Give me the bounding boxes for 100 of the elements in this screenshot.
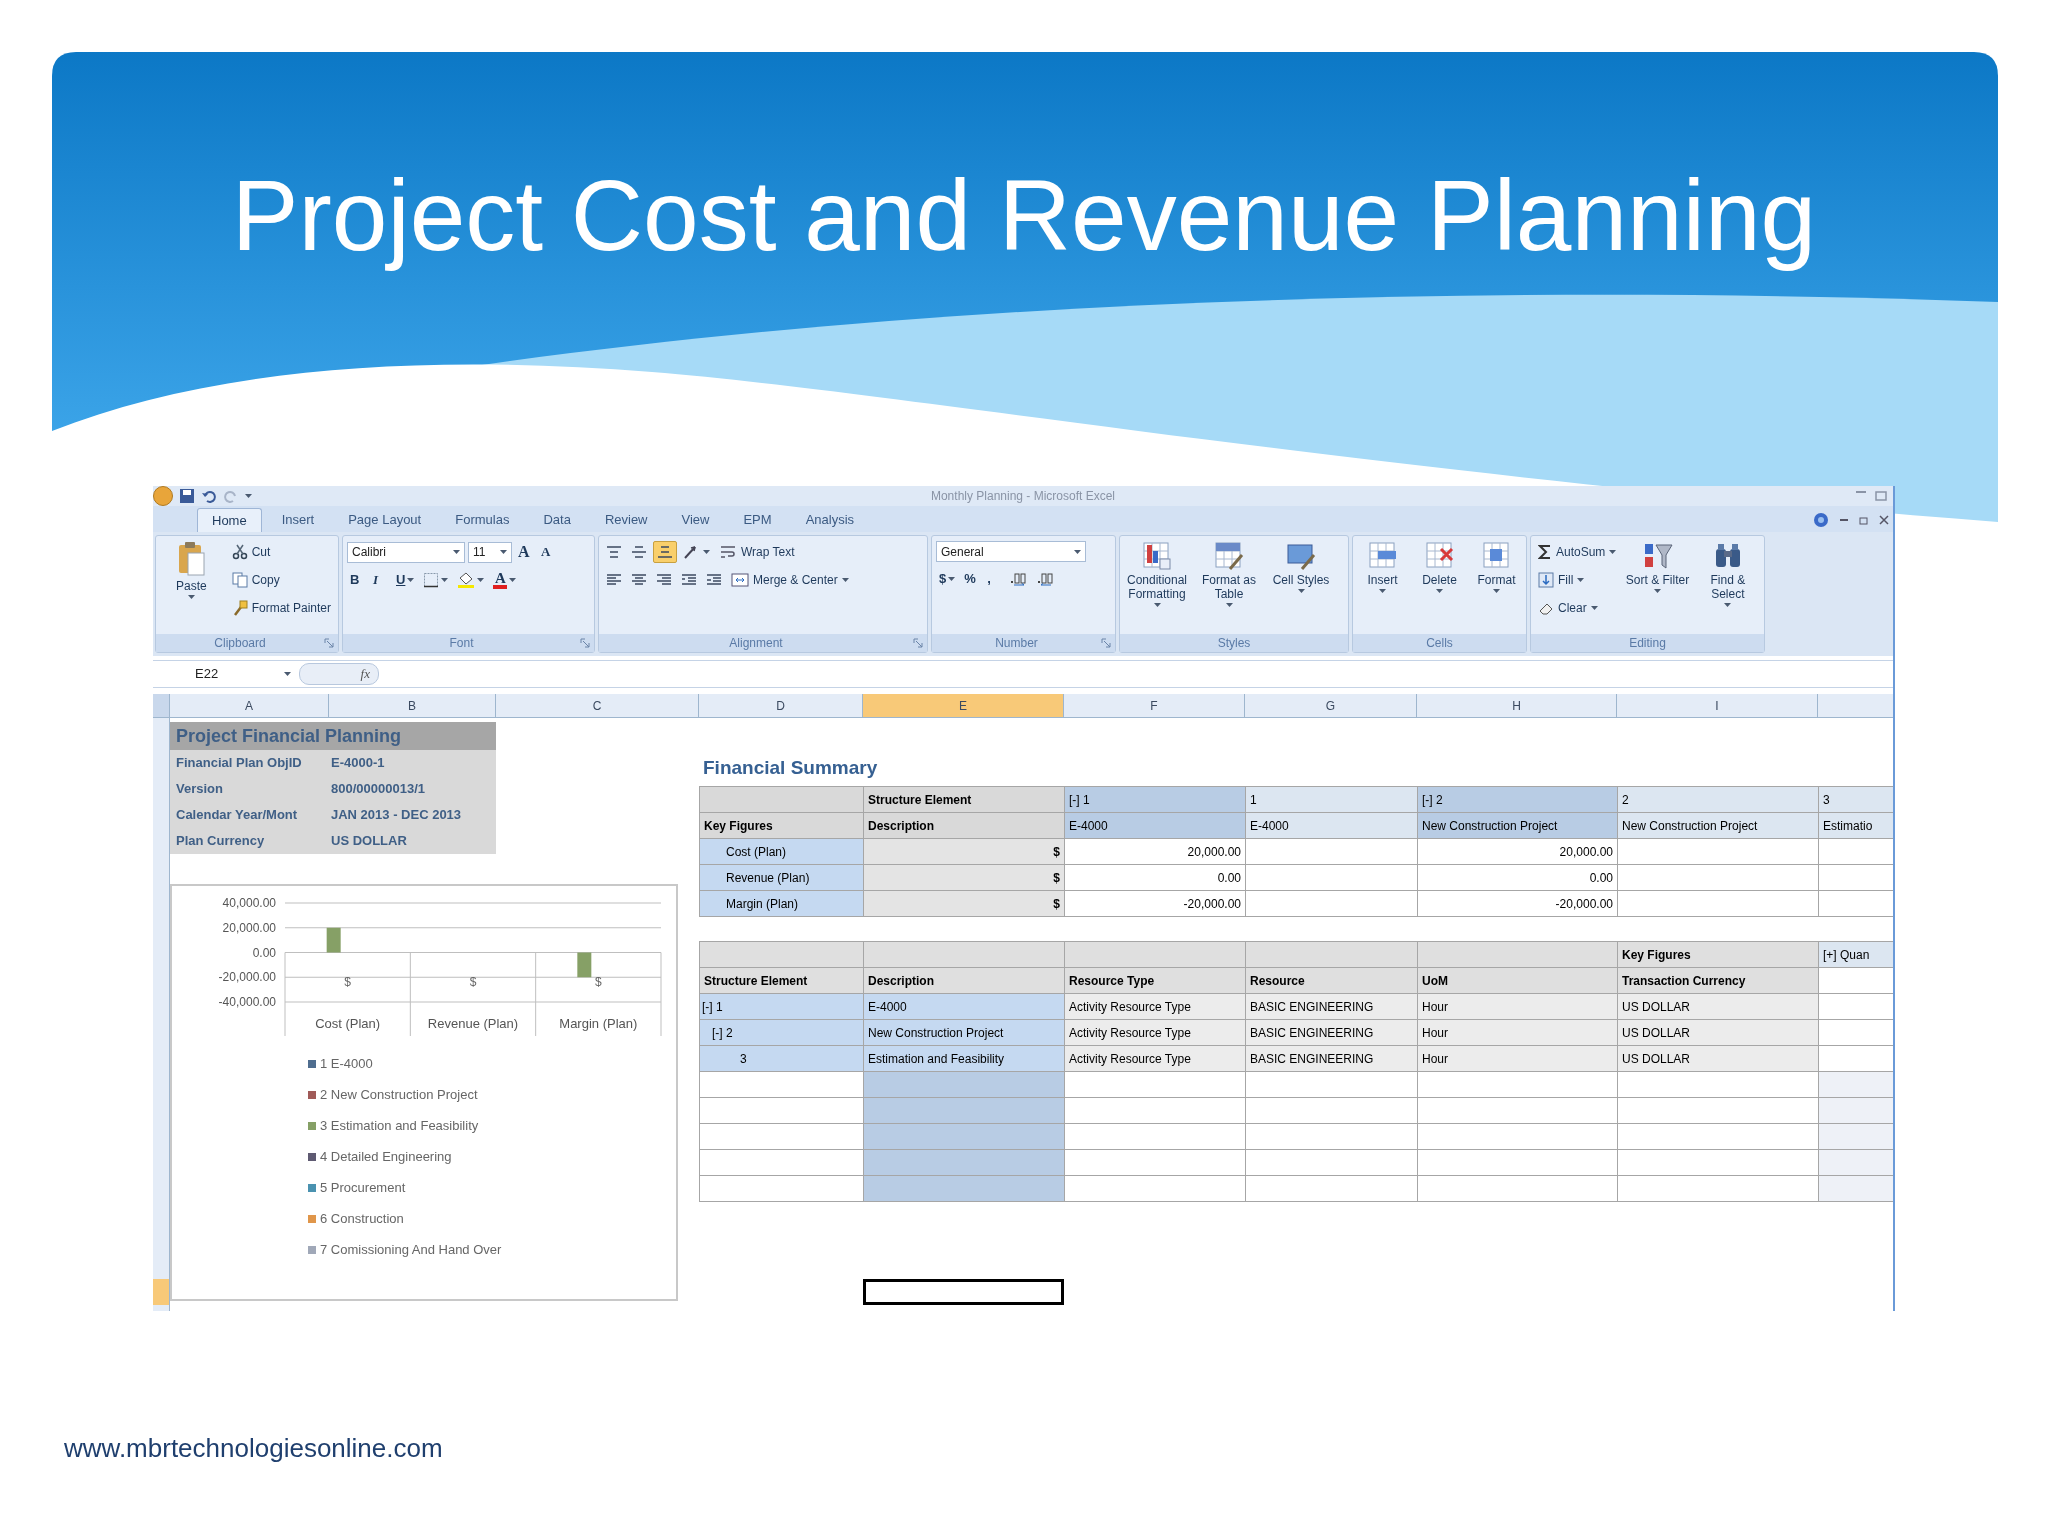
restore-icon	[1859, 515, 1869, 525]
launcher-icon[interactable]	[580, 638, 590, 648]
category-label: Margin (Plan)	[559, 1016, 638, 1031]
table-style-icon	[1214, 541, 1244, 571]
column-header: Resource	[1246, 968, 1418, 994]
ribbon-button[interactable]: Paste	[160, 539, 223, 599]
ribbon-button[interactable]: Format	[1471, 539, 1522, 593]
table-cell: -20,000.00	[1065, 891, 1246, 917]
ribbon-button[interactable]: Format Painter	[228, 597, 334, 619]
ribbon-tab[interactable]: Analysis	[791, 508, 869, 532]
ribbon-button[interactable]: Delete	[1414, 539, 1465, 593]
outdent-icon	[681, 574, 697, 586]
align-right-icon	[656, 574, 672, 586]
column-heading[interactable]: E	[863, 694, 1064, 717]
selected-cell[interactable]	[863, 1279, 1064, 1305]
tree-cell: [-] 2	[700, 1020, 864, 1046]
clipboard-icon	[176, 541, 207, 577]
column-header: E-4000	[1246, 813, 1418, 839]
font-style-button[interactable]: A	[515, 541, 535, 563]
ribbon-tab[interactable]: View	[667, 508, 724, 532]
minimize-icon	[1839, 519, 1849, 521]
font-style-button[interactable]: U	[393, 569, 418, 591]
ribbon-button[interactable]: Conditional Formatting	[1124, 539, 1190, 607]
function-button[interactable]: fx	[299, 663, 379, 685]
column-header: E-4000	[1065, 813, 1246, 839]
field-value: E-4000-1	[330, 754, 385, 773]
font-style-button[interactable]: A	[538, 541, 558, 563]
paintbrush-icon	[231, 600, 248, 616]
ribbon-button[interactable]: AutoSum	[1535, 541, 1620, 563]
align-center-icon	[631, 574, 647, 586]
column-header: Transaction Currency	[1618, 968, 1819, 994]
ribbon-button[interactable]: Sort & Filter	[1625, 539, 1690, 593]
ribbon-button[interactable]: Wrap Text	[716, 541, 798, 563]
tree-cell: [-] 1	[700, 994, 864, 1020]
font-style-button[interactable]: %	[961, 568, 982, 590]
field-value: JAN 2013 - DEC 2013	[330, 806, 462, 825]
decrease-decimal-icon	[1037, 571, 1056, 587]
tick-label: 0.00	[252, 945, 276, 960]
toolbar-button[interactable]	[653, 541, 677, 563]
ribbon-button[interactable]: Cut	[228, 541, 274, 563]
table-cell: $	[864, 891, 1065, 917]
ribbon-button[interactable]: Clear	[1535, 597, 1601, 619]
row-header: Cost (Plan)	[700, 839, 864, 865]
column-header: Description	[864, 813, 1065, 839]
category-label: Cost (Plan)	[315, 1016, 381, 1031]
ribbon-tab[interactable]: Home	[197, 508, 262, 532]
caret-icon	[500, 550, 507, 554]
table-cell: 20,000.00	[1065, 839, 1246, 865]
font-style-button[interactable]: A	[490, 569, 520, 591]
ribbon-button[interactable]: Cell Styles	[1268, 539, 1334, 593]
tick-label: -20,000.00	[218, 970, 276, 985]
launcher-icon[interactable]	[913, 638, 923, 648]
field-label: Version	[175, 780, 224, 799]
font-style-button[interactable]: ,	[984, 568, 1005, 590]
ribbon-tab[interactable]: EPM	[729, 508, 786, 532]
table-cell: Activity Resource Type	[1065, 1020, 1246, 1046]
office-button[interactable]	[153, 486, 173, 506]
ribbon-button[interactable]: Merge & Center	[728, 569, 852, 591]
unit-label: $	[344, 975, 351, 989]
group-label: Alignment	[728, 635, 784, 652]
website-link[interactable]: www.mbrtechnologiesonline.com	[64, 1429, 443, 1468]
bar	[326, 927, 341, 953]
help-icon	[1813, 512, 1829, 528]
ribbon-tab[interactable]: Review	[590, 508, 662, 532]
table-cell: BASIC ENGINEERING	[1246, 994, 1418, 1020]
caret-icon	[453, 550, 460, 554]
column-header: Key Figures	[700, 813, 864, 839]
ribbon-button[interactable]: Insert	[1357, 539, 1408, 593]
slide-title: Project Cost and Revenue Planning	[230, 158, 1818, 270]
ribbon-tab[interactable]: Data	[529, 508, 585, 532]
ribbon-button[interactable]: Copy	[228, 569, 283, 591]
ribbon-tab[interactable]: Formulas	[441, 508, 524, 532]
table-cell: US DOLLAR	[1618, 1020, 1819, 1046]
font-style-button[interactable]: B	[347, 569, 367, 591]
font-style-button[interactable]: I	[370, 569, 390, 591]
launcher-icon[interactable]	[1101, 638, 1111, 648]
row-header: Revenue (Plan)	[700, 865, 864, 891]
font-style-button[interactable]: $	[936, 568, 959, 590]
dropdown-field[interactable]: 11	[468, 541, 512, 563]
name-box[interactable]: E22	[193, 663, 293, 685]
field-value: US DOLLAR	[330, 832, 407, 851]
ribbon-button[interactable]: Fill	[1535, 569, 1588, 591]
dropdown-field[interactable]: General	[936, 541, 1086, 562]
column-header: 3	[1819, 787, 1893, 813]
ribbon-button[interactable]: Find & Select	[1695, 539, 1760, 607]
column-header: New Construction Project	[1418, 813, 1618, 839]
table-cell: Hour	[1418, 1046, 1618, 1072]
column-header: UoM	[1418, 968, 1618, 994]
ribbon-button[interactable]: Format as Table	[1196, 539, 1262, 607]
group-label: Number	[994, 635, 1039, 652]
copy-icon	[231, 572, 248, 588]
launcher-icon[interactable]	[324, 638, 334, 648]
ribbon-tab[interactable]: Page Layout	[334, 508, 436, 532]
window-title: Monthly Planning - Microsoft Excel	[929, 488, 1117, 505]
increase-decimal-icon	[1010, 571, 1029, 587]
table-cell: 0.00	[1418, 865, 1618, 891]
dropdown-field[interactable]: Calibri	[347, 541, 465, 563]
sigma-icon	[1538, 544, 1552, 560]
format-cells-icon	[1481, 541, 1512, 571]
ribbon-tab[interactable]: Insert	[267, 508, 329, 532]
